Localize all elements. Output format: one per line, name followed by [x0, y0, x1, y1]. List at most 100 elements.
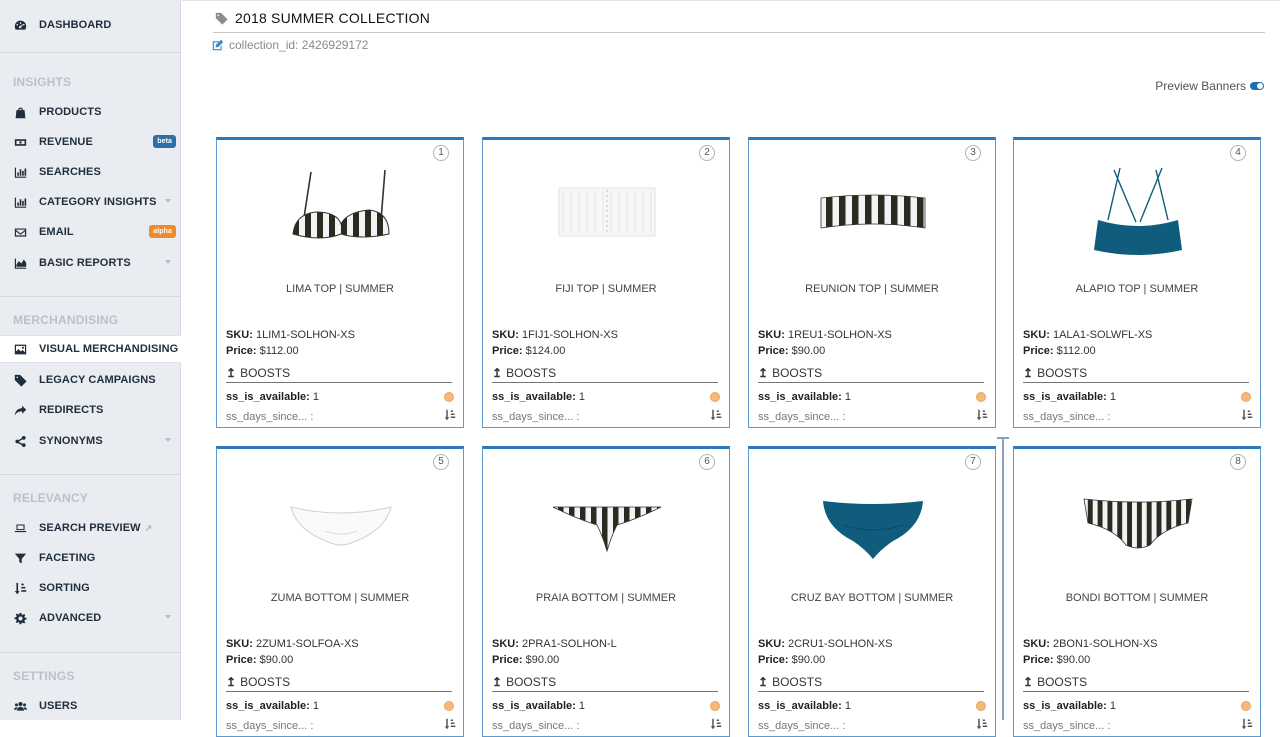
sidebar-item-legacy-campaigns[interactable]: LEGACY CAMPAIGNS [0, 366, 181, 394]
status-dot-icon[interactable] [1241, 392, 1251, 402]
product-card[interactable]: 1 LIMA TOP | SUMMER SKU: 1LIM1-SOLHON-XS… [216, 137, 464, 428]
status-dot-icon[interactable] [976, 392, 986, 402]
tags-icon [215, 12, 228, 25]
product-card[interactable]: 2 FIJI TOP | SUMMER SKU: 1FIJ1-SOLHON-XS… [482, 137, 730, 428]
main-content: 2018 SUMMER COLLECTION collection_id: 24… [182, 0, 1280, 737]
product-name: PRAIA BOTTOM | SUMMER [535, 592, 677, 604]
boost-attribute-days-since: ss_days_since... : [758, 409, 988, 423]
product-sku: SKU: 1ALA1-SOLWFL-XS [1023, 329, 1153, 341]
product-card[interactable]: 3 REUNION TOP | SUMMER SKU: 1REU1-SOLHON… [748, 137, 996, 428]
position-number: 8 [1230, 454, 1246, 470]
boost-attribute-days-since: ss_days_since... : [492, 718, 722, 732]
boost-arrow-icon: ↥ [226, 675, 237, 689]
product-card[interactable]: 4 ALAPIO TOP | SUMMER SKU: 1ALA1-SOLWFL-… [1013, 137, 1261, 428]
sidebar-item-label: VISUAL MERCHANDISING [39, 343, 179, 355]
section-title-insights: INSIGHTS [13, 75, 72, 89]
preview-banners-label: Preview Banners [1155, 79, 1246, 93]
status-dot-icon[interactable] [710, 701, 720, 711]
position-number: 7 [965, 454, 981, 470]
boost-arrow-icon: ↥ [492, 675, 503, 689]
sidebar-item-label: SORTING [39, 582, 90, 594]
sidebar-item-sorting[interactable]: SORTING [0, 574, 181, 602]
product-sku: SKU: 1LIM1-SOLHON-XS [226, 329, 355, 341]
chevron-down-icon [165, 199, 171, 203]
sort-icon[interactable] [710, 409, 722, 421]
sidebar-item-searches[interactable]: SEARCHES [0, 158, 181, 186]
sidebar-item-users[interactable]: USERS [0, 692, 181, 720]
sidebar-item-redirects[interactable]: REDIRECTS [0, 396, 181, 424]
sidebar-item-label: PRODUCTS [39, 106, 102, 118]
sidebar-item-search-preview[interactable]: SEARCH PREVIEW ↗ [0, 514, 181, 542]
status-dot-icon[interactable] [976, 701, 986, 711]
preview-banners-toggle[interactable]: Preview Banners [1155, 79, 1264, 93]
status-dot-icon[interactable] [710, 392, 720, 402]
sidebar-item-revenue[interactable]: REVENUE beta [0, 128, 181, 156]
boost-arrow-icon: ↥ [226, 366, 237, 380]
product-image [813, 471, 933, 573]
sidebar-item-advanced[interactable]: ADVANCED [0, 604, 181, 632]
product-price: Price: $90.00 [226, 654, 294, 666]
product-image [1078, 471, 1198, 573]
sidebar: DASHBOARD INSIGHTS PRODUCTS REVENUE beta… [0, 0, 181, 720]
product-name: LIMA TOP | SUMMER [286, 283, 394, 295]
boosts-header: ↥ BOOSTS [758, 675, 984, 692]
collection-id[interactable]: collection_id: 2426929172 [212, 38, 368, 52]
product-card[interactable]: 5 ZUMA BOTTOM | SUMMER SKU: 2ZUM1-SOLFOA… [216, 446, 464, 737]
product-sku: SKU: 2BON1-SOLHON-XS [1023, 638, 1158, 650]
share-arrow-icon [13, 403, 27, 417]
sidebar-item-label: USERS [39, 700, 78, 712]
sidebar-item-category-insights[interactable]: CATEGORY INSIGHTS [0, 188, 181, 216]
product-image [1078, 162, 1198, 264]
boost-attribute-days-since: ss_days_since... : [226, 409, 456, 423]
external-link-icon: ↗ [144, 522, 153, 533]
sidebar-item-label: DASHBOARD [39, 19, 112, 31]
money-icon [13, 135, 27, 149]
gear-icon [13, 611, 27, 625]
sidebar-item-visual-merchandising[interactable]: VISUAL MERCHANDISING [0, 335, 181, 363]
product-card[interactable]: 6 PRAIA BOTTOM | SUMMER SKU: 2PRA1-SOLHO… [482, 446, 730, 737]
sidebar-item-products[interactable]: PRODUCTS [0, 98, 181, 126]
sidebar-item-basic-reports[interactable]: BASIC REPORTS [0, 249, 181, 277]
product-card[interactable]: 7 CRUZ BAY BOTTOM | SUMMER SKU: 2CRU1-SO… [748, 446, 996, 737]
boost-arrow-icon: ↥ [1023, 366, 1034, 380]
section-title-settings: SETTINGS [13, 669, 75, 683]
status-dot-icon[interactable] [444, 701, 454, 711]
sort-icon[interactable] [1241, 409, 1253, 421]
sidebar-item-email[interactable]: EMAIL alpha [0, 218, 181, 246]
boost-attribute-available: ss_is_available: 1 [492, 391, 720, 403]
boost-attribute-days-since: ss_days_since... : [758, 718, 988, 732]
position-number: 1 [433, 145, 449, 161]
boost-attribute-available: ss_is_available: 1 [758, 700, 986, 712]
sidebar-item-dashboard[interactable]: DASHBOARD [0, 11, 181, 39]
product-name: CRUZ BAY BOTTOM | SUMMER [790, 592, 954, 604]
sidebar-item-label: EMAIL [39, 226, 74, 238]
sidebar-item-label: SEARCHES [39, 166, 101, 178]
boosts-header: ↥ BOOSTS [226, 675, 452, 692]
boost-attribute-available: ss_is_available: 1 [758, 391, 986, 403]
boosts-header: ↥ BOOSTS [492, 675, 718, 692]
divider [0, 52, 181, 53]
sidebar-item-synonyms[interactable]: SYNONYMS [0, 427, 181, 455]
status-dot-icon[interactable] [444, 392, 454, 402]
product-price: Price: $124.00 [492, 345, 566, 357]
product-image [547, 162, 667, 264]
product-name: ZUMA BOTTOM | SUMMER [270, 592, 410, 604]
product-sku: SKU: 1REU1-SOLHON-XS [758, 329, 892, 341]
area-chart-icon [13, 256, 27, 270]
dashboard-icon [13, 18, 27, 32]
sort-icon[interactable] [976, 409, 988, 421]
product-price: Price: $90.00 [492, 654, 560, 666]
product-card[interactable]: 8 BONDI BOTTOM | SUMMER SKU: 2BON1-SOLHO… [1013, 446, 1261, 737]
status-dot-icon[interactable] [1241, 701, 1251, 711]
toggle-switch[interactable] [1250, 82, 1264, 90]
drag-indicator [997, 437, 1009, 720]
product-image [281, 471, 401, 573]
shopping-bag-icon [13, 105, 27, 119]
sidebar-item-label: ADVANCED [39, 612, 102, 624]
product-price: Price: $90.00 [758, 654, 826, 666]
sidebar-item-faceting[interactable]: FACETING [0, 544, 181, 572]
boost-attribute-days-since: ss_days_since... : [492, 409, 722, 423]
sidebar-item-label: BASIC REPORTS [39, 257, 131, 269]
chevron-down-icon [165, 615, 171, 619]
sort-icon[interactable] [444, 409, 456, 421]
